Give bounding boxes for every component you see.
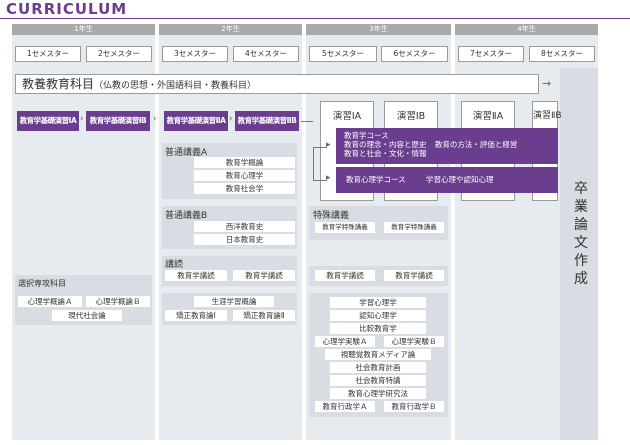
course-item: 教育学講読 (233, 270, 295, 281)
course-item: 学習心理学 (330, 297, 426, 308)
education-course-box: 教育学コース 教育の理念・内容と歴史 教育の方法・評価と経営 教育と社会・文化・… (336, 128, 558, 164)
course-item: 生涯学習概論 (194, 296, 274, 307)
arrow-icon: ▸ (326, 173, 331, 183)
graduation-thesis-label: 卒 業 論 文 作 成 (572, 180, 590, 288)
course-item: 教育行政学Ｂ (384, 401, 444, 412)
semester-4: 4セメスター (233, 46, 299, 62)
course-item: 教育行政学Ａ (315, 401, 375, 412)
course-item: 認知心理学 (330, 310, 426, 321)
title-underline (0, 18, 630, 19)
connector-line (301, 121, 313, 122)
course-item: 心理学概論Ａ (18, 296, 82, 307)
course-item: 矯正教育論Ⅰ (165, 310, 227, 321)
thesis-char: 成 (574, 271, 588, 287)
page-title: CURRICULUM (6, 0, 128, 18)
general-education-sub: （仏教の思想・外国語科目・教養科目） (94, 81, 257, 91)
year2-header: 2年生 (159, 24, 302, 35)
semester-6: 6セメスター (381, 46, 448, 62)
course-item: 教育心理学 (194, 170, 295, 181)
foundation-seminar-1b: 教育学基礎演習ⅠB (86, 111, 150, 131)
foundation-seminar-2a: 教育学基礎演習ⅡA (164, 111, 228, 131)
psychology-course-box: 教育心理学コース 学習心理や認知心理 (336, 167, 558, 193)
arrow-icon: › (80, 114, 84, 124)
year4-header: 4年生 (455, 24, 598, 35)
special-lecture-label: 特殊講義 (313, 211, 350, 221)
arrow-icon: › (229, 114, 233, 124)
course-item: 現代社会論 (52, 310, 122, 321)
course-item: 日本教育史 (194, 234, 295, 245)
semester-7: 7セメスター (458, 46, 524, 62)
arrow-icon: › (153, 114, 157, 124)
semester-5: 5セメスター (309, 46, 377, 62)
general-lecture-b-label: 普通講義B (165, 211, 208, 221)
foundation-seminar-2b: 教育学基礎演習ⅡB (235, 111, 299, 131)
foundation-seminar-1a: 教育学基礎演習ⅠA (17, 111, 79, 131)
psychology-course-sub: 学習心理や認知心理 (426, 175, 494, 184)
course-item: 教育社会学 (194, 183, 295, 194)
reading-label: 講読 (165, 260, 184, 270)
course-item: 視聴覚教育メディア論 (325, 349, 431, 360)
course-item: 教育学特殊講義 (384, 222, 444, 233)
course-item: 社会教育特講 (330, 375, 426, 386)
general-education-label: 教養教育科目 (22, 77, 95, 91)
course-item: 教育学講読 (315, 270, 375, 281)
course-item: 教育学概論 (194, 157, 295, 168)
year3-header: 3年生 (306, 24, 451, 35)
connector-line (313, 180, 327, 181)
semester-8: 8セメスター (529, 46, 595, 62)
course-item: 教育心理学研究法 (330, 388, 426, 399)
course-item: 矯正教育論Ⅱ (233, 310, 295, 321)
course-item: 教育学講読 (165, 270, 227, 281)
education-course-title: 教育学コース (344, 131, 389, 140)
thesis-char: 論 (574, 217, 588, 233)
elective-major-label: 選択専攻科目 (18, 279, 66, 288)
thesis-char: 文 (574, 235, 588, 251)
connector-line (313, 147, 327, 148)
semester-2: 2セメスター (86, 46, 152, 62)
course-item: 心理学実験Ａ (315, 336, 375, 347)
psychology-course-title: 教育心理学コース (346, 175, 406, 184)
course-item: 社会教育計画 (330, 362, 426, 373)
education-course-line1b: 教育の方法・評価と経営 (434, 140, 518, 149)
thesis-char: 作 (574, 253, 588, 269)
semester-3: 3セメスター (162, 46, 228, 62)
arrow-icon: ▸ (326, 140, 331, 150)
connector-line (313, 147, 314, 181)
course-item: 西洋教育史 (194, 221, 295, 232)
course-item: 心理学概論Ｂ (86, 296, 150, 307)
semester-1: 1セメスター (15, 46, 81, 62)
year1-header: 1年生 (12, 24, 155, 35)
thesis-char: 業 (574, 199, 588, 215)
course-item: 教育学講読 (384, 270, 444, 281)
general-education-bar: 教養教育科目（仏教の思想・外国語科目・教養科目） (15, 74, 539, 94)
education-course-line2: 教育と社会・文化・情報 (344, 149, 427, 158)
course-item: 比較教育学 (330, 323, 426, 334)
course-item: 心理学実験Ｂ (384, 336, 444, 347)
general-education-arrow: → (542, 77, 552, 90)
education-course-line1a: 教育の理念・内容と歴史 (344, 140, 427, 149)
thesis-char: 卒 (574, 181, 588, 197)
course-item: 教育学特殊講義 (315, 222, 375, 233)
